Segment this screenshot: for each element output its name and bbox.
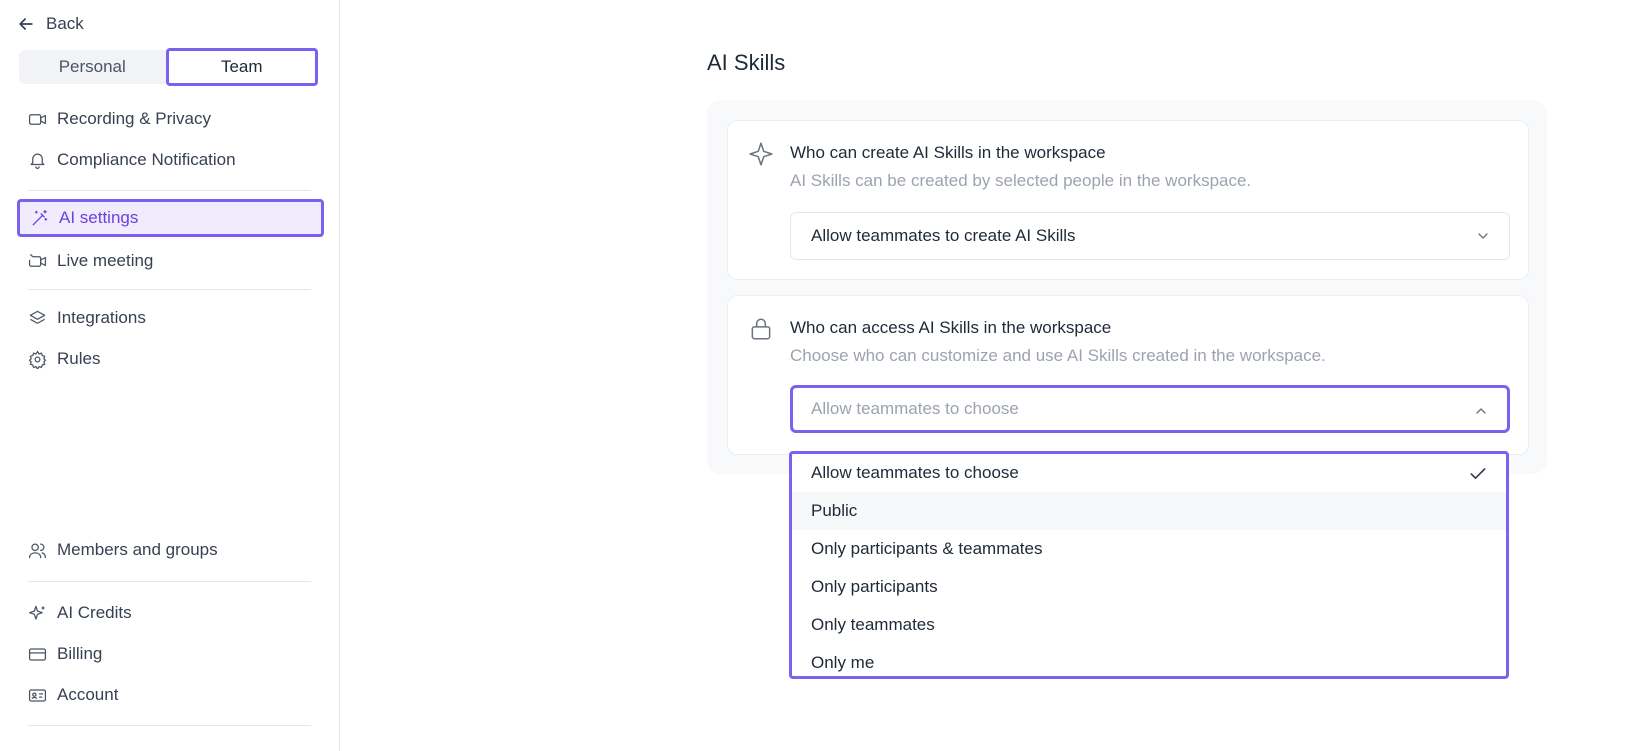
lock-icon: [751, 318, 771, 340]
option-label: Allow teammates to choose: [811, 463, 1019, 482]
gear-icon: [28, 349, 47, 369]
sidebar-item-ai-credits[interactable]: AI Credits: [28, 598, 132, 628]
sidebar-item-label: Billing: [57, 644, 103, 663]
sparkle-icon: [28, 605, 45, 620]
option-only-participants-teammates[interactable]: Only participants & teammates: [792, 530, 1506, 568]
users-icon: [28, 543, 47, 558]
check-icon: [1470, 468, 1486, 479]
live-video-icon: [28, 253, 47, 267]
scope-toggle: Personal Team: [19, 48, 318, 86]
sidebar-item-rules[interactable]: Rules: [28, 344, 100, 374]
id-card-icon: [28, 688, 47, 702]
option-only-teammates[interactable]: Only teammates: [792, 606, 1506, 644]
sidebar-item-recording-privacy[interactable]: Recording & Privacy: [28, 104, 211, 134]
chevron-down-icon: [1478, 233, 1488, 239]
tab-team[interactable]: Team: [165, 48, 318, 86]
sidebar-item-billing[interactable]: Billing: [28, 639, 102, 669]
magic-wand-icon: [32, 209, 48, 225]
select-value: Allow teammates to create AI Skills: [811, 226, 1076, 245]
access-permission-select[interactable]: Allow teammates to choose: [790, 385, 1510, 433]
sidebar-item-label: AI Credits: [57, 603, 132, 622]
sidebar-divider: [28, 190, 311, 191]
sidebar-item-account[interactable]: Account: [28, 680, 118, 710]
select-value: Allow teammates to choose: [811, 399, 1019, 418]
option-only-participants[interactable]: Only participants: [792, 568, 1506, 606]
card-title: Who can access AI Skills in the workspac…: [790, 318, 1112, 337]
sidebar-item-label: Integrations: [57, 308, 146, 327]
bell-icon: [30, 153, 45, 169]
access-ai-skills-card: Who can access AI Skills in the workspac…: [727, 295, 1529, 455]
sidebar-item-label: Compliance Notification: [57, 150, 236, 169]
chevron-up-icon: [1476, 408, 1486, 414]
sidebar-divider: [28, 289, 311, 290]
sidebar-item-label: Rules: [57, 349, 101, 368]
arrow-left-icon: [19, 18, 33, 30]
sidebar-divider: [28, 725, 311, 726]
sidebar-item-members-groups[interactable]: Members and groups: [28, 535, 218, 565]
create-permission-select[interactable]: Allow teammates to create AI Skills: [790, 212, 1510, 260]
back-button[interactable]: Back: [16, 14, 84, 34]
tab-personal[interactable]: Personal: [19, 50, 166, 84]
card-title: Who can create AI Skills in the workspac…: [790, 143, 1106, 162]
credit-card-icon: [28, 647, 47, 661]
access-options-dropdown: Allow teammates to choose Public Only pa…: [789, 451, 1509, 679]
sidebar-item-ai-settings[interactable]: AI settings: [17, 199, 324, 237]
create-ai-skills-card: Who can create AI Skills in the workspac…: [727, 120, 1529, 280]
card-description: Choose who can customize and use AI Skil…: [790, 346, 1326, 365]
settings-sidebar: Back Personal Team Recording & Privacy C…: [0, 0, 340, 751]
sidebar-item-compliance-notification[interactable]: Compliance Notification: [28, 145, 236, 175]
sidebar-item-label: Live meeting: [57, 251, 154, 270]
layers-icon: [29, 310, 46, 324]
option-allow-teammates-to-choose[interactable]: Allow teammates to choose: [792, 454, 1506, 492]
sidebar-item-label: Account: [57, 685, 119, 704]
option-public[interactable]: Public: [792, 492, 1506, 530]
page-title: AI Skills: [707, 50, 786, 75]
sidebar-item-label: AI settings: [59, 208, 139, 227]
sidebar-item-label: Recording & Privacy: [57, 109, 212, 128]
card-description: AI Skills can be created by selected peo…: [790, 171, 1252, 190]
back-label: Back: [46, 14, 84, 33]
sparkle-icon: [749, 142, 773, 166]
video-icon: [28, 113, 47, 125]
sidebar-item-integrations[interactable]: Integrations: [28, 303, 146, 333]
sidebar-item-label: Members and groups: [57, 540, 218, 559]
sidebar-item-live-meeting[interactable]: Live meeting: [28, 246, 153, 276]
sidebar-divider: [28, 581, 311, 582]
option-only-me[interactable]: Only me: [792, 644, 1506, 676]
